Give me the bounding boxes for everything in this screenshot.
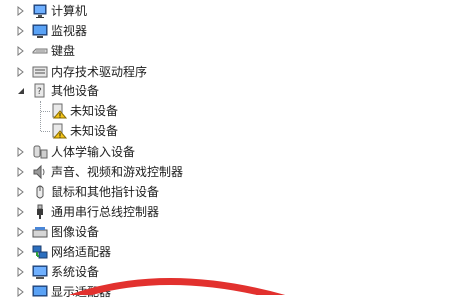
tree-item-imaging-devices[interactable]: 图像设备 [0, 222, 452, 242]
expand-arrow-icon[interactable] [16, 147, 25, 157]
unknown-device-warning-icon [52, 103, 67, 119]
tree-item-hid[interactable]: 人体学输入设备 [0, 142, 452, 162]
tree-item-monitors[interactable]: 监视器 [0, 21, 452, 41]
tree-item-label: 内存技术驱动程序 [51, 65, 148, 79]
tree-item-memory-technology[interactable]: 内存技术驱动程序 [0, 62, 452, 82]
tree-item-display-adapters[interactable]: 显示适配器 [0, 282, 452, 302]
hid-icon [33, 145, 48, 159]
tree-item-label: 人体学输入设备 [51, 145, 136, 159]
usb-plug-icon [37, 204, 43, 219]
display-adapter-icon [32, 285, 48, 297]
tree-item-usb-controllers[interactable]: 通用串行总线控制器 [0, 202, 452, 222]
expand-arrow-icon[interactable] [16, 247, 25, 257]
tree-item-unknown-device[interactable]: 未知设备 [0, 121, 452, 141]
mouse-icon [36, 185, 44, 199]
expand-arrow-icon[interactable] [16, 207, 25, 217]
unknown-device-icon: ? [34, 83, 45, 98]
keyboard-icon [32, 48, 48, 54]
tree-item-label: 计算机 [51, 4, 88, 18]
expand-arrow-icon[interactable] [16, 46, 25, 56]
unknown-device-warning-icon [52, 123, 67, 139]
expand-arrow-icon[interactable] [16, 6, 25, 16]
expand-arrow-icon[interactable] [16, 187, 25, 197]
expand-arrow-icon[interactable] [16, 67, 25, 77]
tree-item-label: 显示适配器 [51, 285, 112, 299]
expand-arrow-icon[interactable] [16, 267, 25, 277]
svg-text:?: ? [37, 87, 42, 97]
tree-item-label: 未知设备 [70, 124, 119, 138]
computer-icon [33, 4, 47, 18]
tree-item-unknown-device[interactable]: 未知设备 [0, 101, 452, 121]
monitor-icon [32, 24, 48, 38]
tree-item-computer[interactable]: 计算机 [0, 1, 452, 21]
expand-arrow-icon[interactable] [16, 167, 25, 177]
tree-item-label: 通用串行总线控制器 [51, 205, 160, 219]
collapse-arrow-icon[interactable] [16, 86, 25, 96]
tree-item-sound-video-game[interactable]: 声音、视频和游戏控制器 [0, 162, 452, 182]
tree-item-label: 图像设备 [51, 225, 100, 239]
expand-arrow-icon[interactable] [16, 227, 25, 237]
tree-item-label: 网络适配器 [51, 245, 112, 259]
tree-item-label: 监视器 [51, 24, 88, 38]
tree-item-label: 声音、视频和游戏控制器 [51, 165, 184, 179]
scanner-icon [32, 227, 48, 238]
system-device-icon [32, 265, 48, 279]
expand-arrow-icon[interactable] [16, 26, 25, 36]
tree-item-label: 鼠标和其他指针设备 [51, 185, 160, 199]
tree-item-network-adapters[interactable]: 网络适配器 [0, 242, 452, 262]
tree-item-system-devices[interactable]: 系统设备 [0, 262, 452, 282]
network-adapter-icon [32, 245, 48, 259]
tree-item-label: 键盘 [51, 44, 76, 58]
tree-item-label: 系统设备 [51, 265, 100, 279]
expand-arrow-icon[interactable] [16, 287, 25, 297]
speaker-icon [33, 164, 45, 180]
tree-item-label: 其他设备 [51, 84, 100, 98]
memory-card-icon [32, 66, 48, 78]
tree-item-label: 未知设备 [70, 104, 119, 118]
tree-item-keyboard[interactable]: 键盘 [0, 41, 452, 61]
tree-item-other-devices[interactable]: ? 其他设备 [0, 81, 452, 101]
tree-item-mouse[interactable]: 鼠标和其他指针设备 [0, 182, 452, 202]
